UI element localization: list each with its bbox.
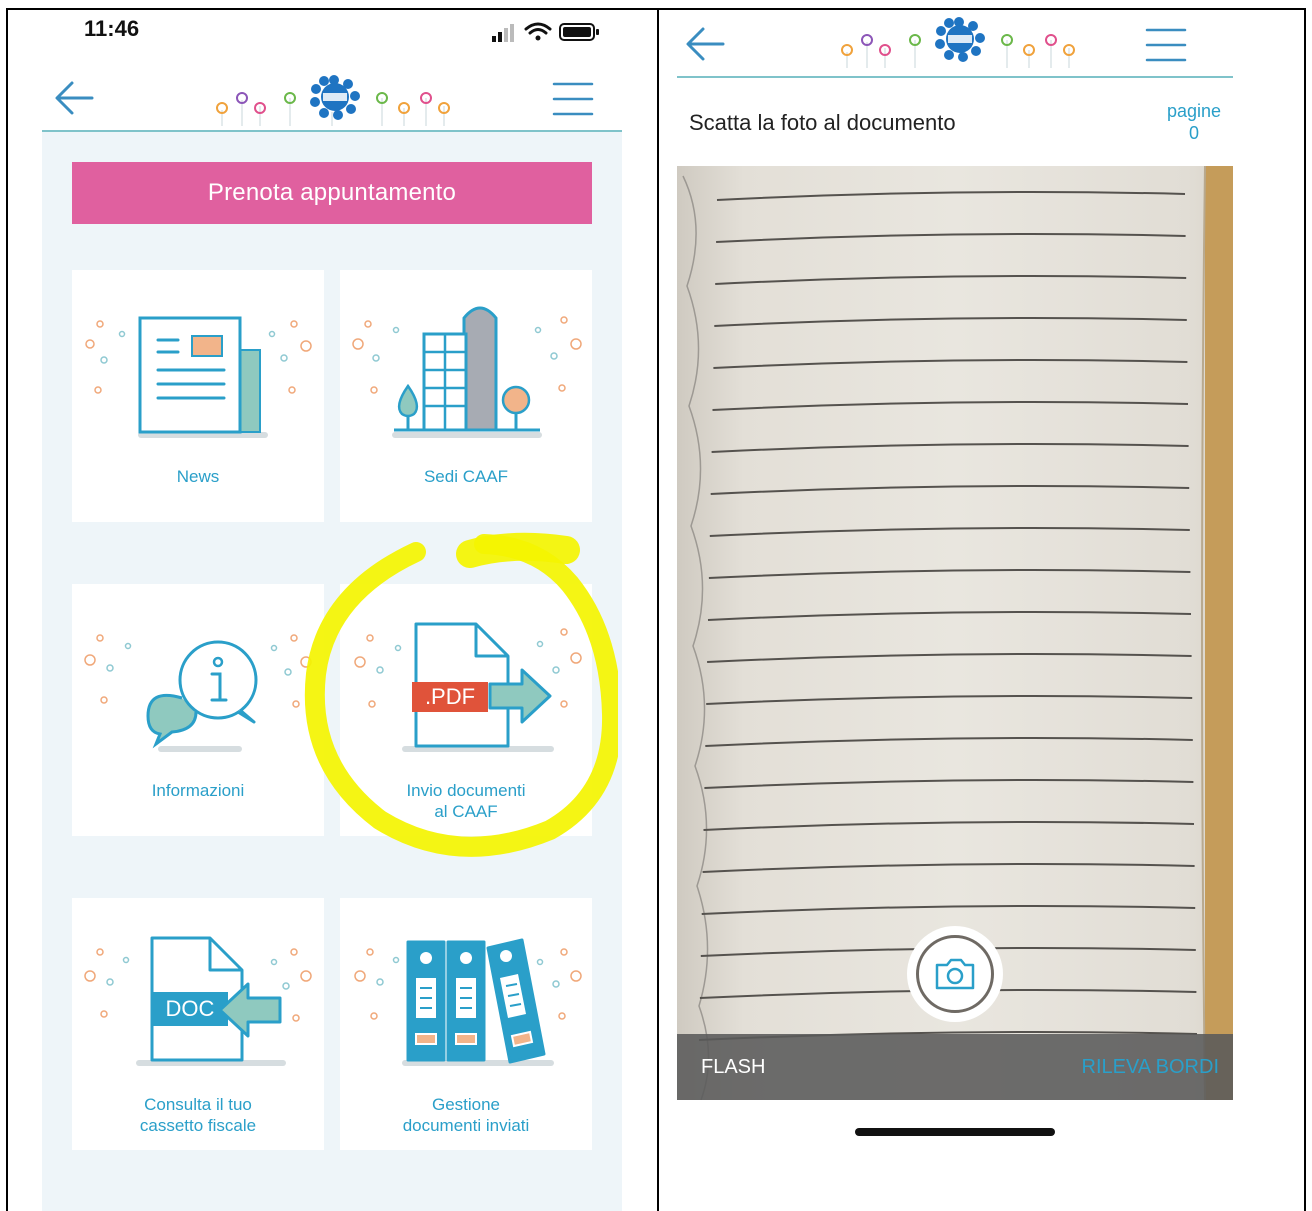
camera-instruction-title: Scatta la foto al documento <box>689 110 956 135</box>
binders-icon <box>354 938 582 1066</box>
detect-edges-button[interactable]: RILEVA BORDI <box>1082 1056 1219 1079</box>
home-content: Prenota appuntamento News Sedi CAAF Info… <box>42 132 622 1211</box>
tile-news[interactable]: News <box>72 270 324 522</box>
pdf-tag: .PDF <box>425 684 475 709</box>
pages-label: pagine <box>1166 101 1221 121</box>
camera-screen: Scatta la foto al documento pagine 0 FLA… <box>677 10 1233 1211</box>
camera-controls-bar: FLASH RILEVA BORDI <box>677 1034 1233 1100</box>
flash-button[interactable]: FLASH <box>701 1056 765 1079</box>
pages-count: 0 <box>1188 123 1199 143</box>
tile-gestione-documenti-label: Gestione documenti inviati <box>340 1094 592 1136</box>
doc-import-icon: DOC <box>84 936 312 1066</box>
home-screen: 11:46 Prenota appuntamento News Sedi CAA… <box>42 10 622 1211</box>
back-arrow-icon[interactable] <box>52 78 96 118</box>
battery-icon <box>559 23 599 41</box>
tile-sedi-caaf[interactable]: Sedi CAAF <box>340 270 592 522</box>
tile-news-label: News <box>176 467 220 486</box>
hamburger-menu-icon[interactable] <box>1145 26 1187 64</box>
signal-icon <box>492 24 514 42</box>
tile-gestione-documenti-label-line2: documenti inviati <box>402 1116 530 1135</box>
pdf-document-icon: .PDF <box>354 622 582 752</box>
info-speech-bubbles-icon <box>84 634 312 752</box>
status-bar: 11:46 <box>42 10 622 66</box>
tile-gestione-documenti-label-line1: Gestione <box>431 1095 501 1114</box>
shutter-button[interactable] <box>907 926 1003 1022</box>
back-arrow-icon[interactable] <box>683 24 727 64</box>
right-screenshot-panel: Scatta la foto al documento pagine 0 FLA… <box>658 8 1306 1211</box>
app-logo <box>216 75 450 126</box>
wifi-icon <box>524 22 552 41</box>
tile-invio-documenti-label-line1: Invio documenti <box>406 781 526 800</box>
tile-cassetto-fiscale[interactable]: DOC Consulta il tuo cassetto fiscale <box>72 898 324 1150</box>
document-bar: Scatta la foto al documento pagine 0 <box>677 80 1233 164</box>
tile-sedi-caaf-label: Sedi CAAF <box>423 467 509 486</box>
tile-cassetto-fiscale-label: Consulta il tuo cassetto fiscale <box>72 1094 324 1136</box>
status-time: 11:46 <box>84 16 140 41</box>
buildings-icon <box>352 306 582 438</box>
pages-counter: pagine 0 <box>1167 100 1221 144</box>
tile-gestione-documenti[interactable]: Gestione documenti inviati <box>340 898 592 1150</box>
tile-invio-documenti-label-line2: al CAAF <box>434 802 498 821</box>
doc-tag: DOC <box>166 996 215 1021</box>
camera-preview[interactable]: FLASH RILEVA BORDI <box>677 166 1233 1100</box>
camera-header <box>677 10 1233 78</box>
app-logo <box>841 17 1075 68</box>
status-icons <box>492 22 599 42</box>
tile-cassetto-fiscale-label-line1: Consulta il tuo <box>144 1095 252 1114</box>
camera-icon <box>935 958 975 990</box>
home-indicator <box>855 1128 1055 1136</box>
newspaper-icon <box>85 316 312 438</box>
tile-informazioni-label: Informazioni <box>151 781 245 800</box>
hamburger-menu-icon[interactable] <box>552 80 594 118</box>
tile-cassetto-fiscale-label-line2: cassetto fiscale <box>139 1116 257 1135</box>
left-screenshot-panel: 11:46 Prenota appuntamento News Sedi CAA… <box>6 8 658 1211</box>
shutter-ring <box>916 935 994 1013</box>
tile-invio-documenti[interactable]: .PDF Invio documenti al CAAF <box>340 584 592 836</box>
prenota-appuntamento-button[interactable]: Prenota appuntamento <box>72 162 592 224</box>
tile-invio-documenti-label: Invio documenti al CAAF <box>340 780 592 822</box>
tile-informazioni[interactable]: Informazioni <box>72 584 324 836</box>
app-header <box>42 66 622 132</box>
